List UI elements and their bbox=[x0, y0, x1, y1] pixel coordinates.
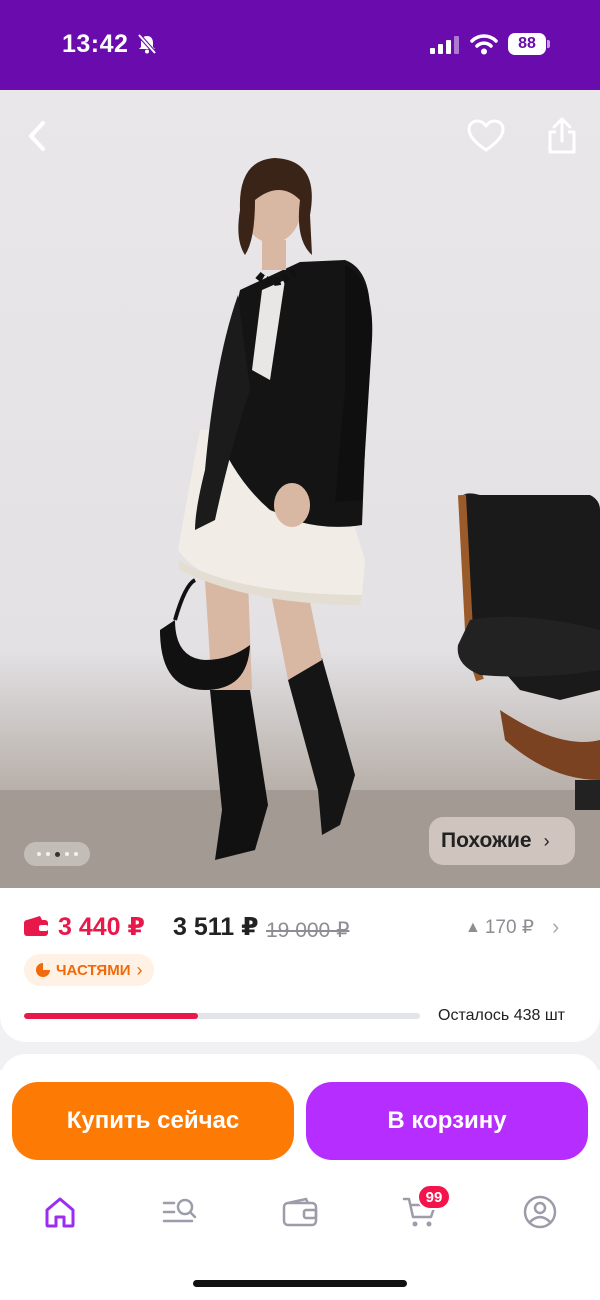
nav-home[interactable] bbox=[40, 1192, 80, 1232]
status-bar: 13:42 88 bbox=[0, 0, 600, 90]
chevron-right-icon: › bbox=[543, 830, 550, 851]
price-difference[interactable]: ▲ 170 ₽ bbox=[465, 916, 534, 939]
pagination-dot[interactable] bbox=[64, 852, 69, 856]
nav-catalog[interactable] bbox=[160, 1192, 200, 1232]
similar-label: Похожие bbox=[441, 829, 532, 852]
pagination-dot-active[interactable] bbox=[54, 851, 60, 857]
price-diff-value: 170 ₽ bbox=[484, 917, 534, 938]
pagination-dot[interactable] bbox=[45, 852, 50, 856]
installments-badge[interactable]: ЧАСТЯМИ › bbox=[24, 954, 155, 986]
similar-products-button[interactable]: Похожие › bbox=[429, 817, 575, 865]
stock-remaining: Осталось 438 шт bbox=[438, 1007, 565, 1024]
triangle-up-icon: ▲ bbox=[465, 918, 481, 936]
bell-muted-icon bbox=[137, 33, 157, 55]
old-price: 19 000 ₽ bbox=[266, 919, 350, 942]
wallet-icon bbox=[24, 916, 48, 936]
cellular-signal-icon bbox=[430, 36, 459, 54]
wallet-icon bbox=[282, 1197, 318, 1227]
installments-label: ЧАСТЯМИ bbox=[56, 961, 131, 979]
pagination-dot[interactable] bbox=[73, 852, 78, 856]
back-button[interactable] bbox=[14, 112, 62, 160]
pagination-dot[interactable] bbox=[36, 852, 41, 856]
product-photo bbox=[0, 158, 600, 890]
chevron-right-icon: › bbox=[136, 959, 143, 980]
wifi-icon bbox=[470, 34, 498, 55]
catalog-search-icon bbox=[162, 1198, 197, 1223]
profile-icon bbox=[523, 1195, 557, 1229]
heart-icon bbox=[467, 119, 505, 152]
battery-level: 88 bbox=[508, 33, 546, 55]
product-image[interactable]: Похожие › bbox=[0, 90, 600, 890]
home-indicator[interactable] bbox=[193, 1280, 407, 1287]
bottom-bar: Купить сейчас В корзину 99 bbox=[0, 1070, 600, 1300]
wallet-price: 3 440 ₽ bbox=[58, 913, 145, 941]
battery-icon: 88 bbox=[508, 33, 550, 55]
chevron-right-icon[interactable]: › bbox=[552, 914, 559, 940]
share-button[interactable] bbox=[538, 112, 586, 160]
home-icon bbox=[45, 1197, 75, 1228]
stock-progress-bar bbox=[24, 1013, 420, 1019]
stock-progress-fill bbox=[24, 1013, 199, 1019]
favorite-button[interactable] bbox=[462, 112, 510, 160]
image-pagination-dots[interactable] bbox=[24, 842, 90, 866]
share-icon bbox=[548, 117, 576, 154]
nav-wallet[interactable] bbox=[280, 1192, 320, 1232]
cart-count-badge: 99 bbox=[417, 1184, 451, 1210]
add-to-cart-button[interactable]: В корзину bbox=[306, 1082, 588, 1160]
current-price: 3 511 ₽ bbox=[173, 913, 259, 941]
chevron-left-icon bbox=[29, 121, 45, 151]
pie-chart-icon bbox=[36, 963, 50, 977]
nav-profile[interactable] bbox=[520, 1192, 560, 1232]
status-time: 13:42 bbox=[62, 30, 129, 58]
price-card: 3 440 ₽ 3 511 ₽ 19 000 ₽ ▲ 170 ₽ › ЧАСТЯ… bbox=[0, 888, 600, 1042]
buy-now-button[interactable]: Купить сейчас bbox=[12, 1082, 294, 1160]
